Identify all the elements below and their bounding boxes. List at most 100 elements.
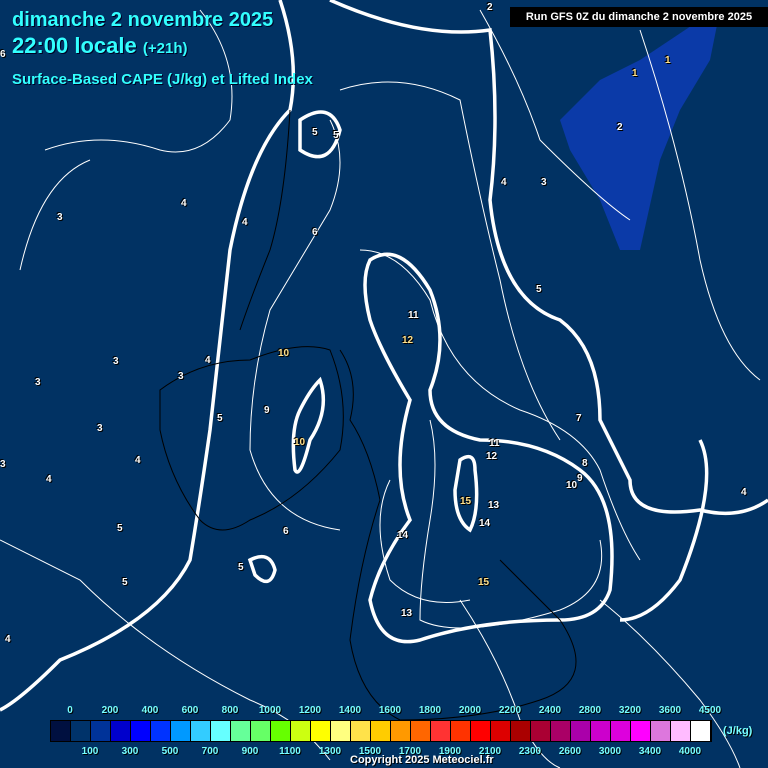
contour-label: 14 — [397, 530, 409, 541]
forecast-time: 22:00 locale (+21h) — [12, 33, 187, 59]
contour-label: 6 — [0, 49, 6, 60]
model-run-label: Run GFS 0Z du dimanche 2 novembre 2025 — [510, 7, 768, 27]
contour-label: 10 — [278, 348, 290, 359]
legend-tick-top: 1600 — [378, 705, 402, 716]
contour-label: 4 — [741, 487, 747, 498]
contour-label: 4 — [205, 355, 211, 366]
legend-tick-bottom: 700 — [201, 746, 219, 757]
legend-tick-bottom: 500 — [161, 746, 179, 757]
legend-swatch — [391, 721, 411, 741]
contour-label: 5 — [333, 130, 339, 141]
legend-swatch — [211, 721, 231, 741]
contour-label: 4 — [181, 198, 187, 209]
legend-tick-bottom: 2300 — [518, 746, 542, 757]
legend-swatch — [311, 721, 331, 741]
legend-swatch — [651, 721, 671, 741]
contour-label: 3 — [113, 356, 119, 367]
forecast-offset: (+21h) — [142, 40, 188, 57]
contour-label: 5 — [217, 413, 223, 424]
contour-label: 6 — [283, 526, 289, 537]
contour-label: 2 — [487, 2, 493, 13]
legend-swatch — [431, 721, 451, 741]
legend-tick-top: 1800 — [418, 705, 442, 716]
legend-swatch — [611, 721, 631, 741]
legend-tick-top: 2000 — [458, 705, 482, 716]
contour-label: 1 — [632, 68, 638, 79]
legend-swatch — [671, 721, 691, 741]
legend-tick-bottom: 3000 — [598, 746, 622, 757]
legend-swatch — [511, 721, 531, 741]
legend-swatch — [251, 721, 271, 741]
contour-label: 4 — [242, 217, 248, 228]
legend-tick-bottom: 100 — [81, 746, 99, 757]
legend-swatch — [411, 721, 431, 741]
contour-label: 15 — [478, 577, 490, 588]
legend-tick-bottom: 900 — [241, 746, 259, 757]
legend-swatch — [71, 721, 91, 741]
contour-label: 5 — [536, 284, 542, 295]
legend-tick-top: 200 — [101, 705, 119, 716]
contour-label: 12 — [486, 451, 498, 462]
contour-label: 4 — [135, 455, 141, 466]
legend-swatch — [291, 721, 311, 741]
legend-tick-top: 800 — [221, 705, 239, 716]
legend-tick-bottom: 3400 — [638, 746, 662, 757]
contour-label: 8 — [582, 458, 588, 469]
legend-tick-top: 2400 — [538, 705, 562, 716]
legend-swatch — [331, 721, 351, 741]
contour-label: 11 — [489, 438, 500, 449]
contour-label: 6 — [312, 227, 318, 238]
legend-tick-top: 400 — [141, 705, 159, 716]
contour-label: 5 — [117, 523, 123, 534]
local-time: 22:00 locale — [12, 33, 137, 58]
contour-label: 9 — [577, 473, 583, 484]
legend-tick-top: 1200 — [298, 705, 322, 716]
contour-label: 3 — [0, 459, 6, 470]
legend-swatch — [591, 721, 611, 741]
copyright: Copyright 2025 Meteociel.fr — [350, 754, 494, 766]
contour-label: 3 — [35, 377, 41, 388]
legend-swatch — [451, 721, 471, 741]
legend-swatch — [531, 721, 551, 741]
legend-tick-top: 1000 — [258, 705, 282, 716]
contour-label: 11 — [408, 310, 419, 321]
contour-label: 10 — [294, 437, 306, 448]
contour-label: 13 — [488, 500, 500, 511]
contour-label: 4 — [5, 634, 11, 645]
contour-label: 7 — [576, 413, 582, 424]
contour-label: 10 — [566, 480, 578, 491]
legend-tick-top: 2200 — [498, 705, 522, 716]
legend-swatch — [231, 721, 251, 741]
low-cape-shade — [560, 10, 720, 250]
legend-swatch — [151, 721, 171, 741]
legend-unit: (J/kg) — [723, 725, 753, 737]
legend-swatch — [91, 721, 111, 741]
forecast-date: dimanche 2 novembre 2025 — [12, 9, 274, 31]
legend-swatch — [631, 721, 651, 741]
legend-tick-bottom: 1100 — [279, 746, 301, 757]
legend-tick-top: 3200 — [618, 705, 642, 716]
contour-label: 2 — [617, 122, 623, 133]
legend-tick-top: 1400 — [338, 705, 362, 716]
legend-tick-bottom: 2600 — [558, 746, 582, 757]
legend-swatch — [471, 721, 491, 741]
legend-swatch — [131, 721, 151, 741]
legend-tick-top: 3600 — [658, 705, 682, 716]
contour-label: 5 — [122, 577, 128, 588]
legend-swatch — [371, 721, 391, 741]
weather-map: dimanche 2 novembre 2025 22:00 locale (+… — [0, 0, 768, 768]
cape-color-legend — [50, 720, 712, 742]
contour-label: 5 — [312, 127, 318, 138]
contour-label: 15 — [460, 496, 472, 507]
contour-label: 3 — [541, 177, 547, 188]
legend-tick-top: 0 — [67, 705, 73, 716]
legend-swatch — [571, 721, 591, 741]
legend-swatch — [111, 721, 131, 741]
contour-map — [0, 0, 768, 768]
legend-swatch — [351, 721, 371, 741]
legend-tick-top: 600 — [181, 705, 199, 716]
contour-label: 13 — [401, 608, 413, 619]
legend-swatch — [191, 721, 211, 741]
parameter-title: Surface-Based CAPE (J/kg) et Lifted Inde… — [12, 71, 313, 88]
contour-label: 3 — [97, 423, 103, 434]
